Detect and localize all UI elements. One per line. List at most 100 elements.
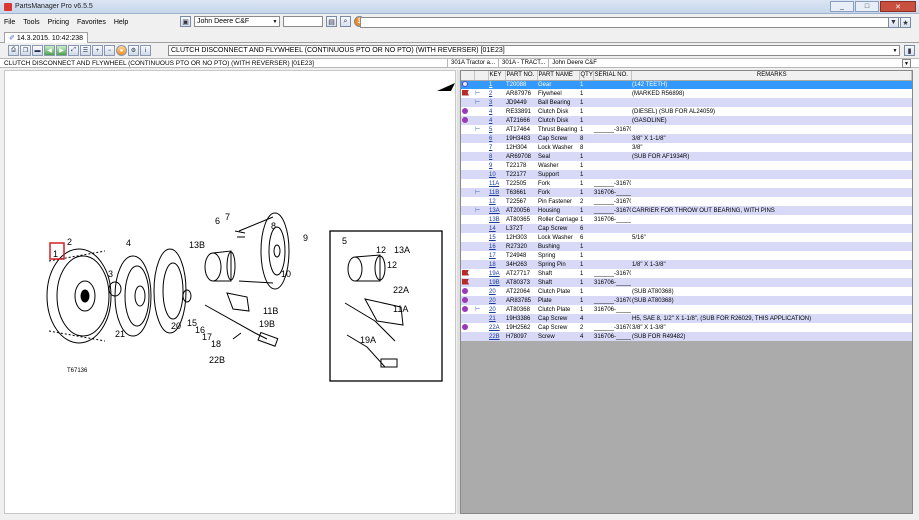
breadcrumb-item[interactable]: 301A - TRACT... — [498, 58, 548, 68]
dropdown-icon[interactable]: ▼ — [888, 17, 899, 28]
key-link[interactable]: 15 — [489, 235, 496, 241]
col-part-name[interactable]: PART NAME — [537, 71, 580, 81]
copy-icon[interactable]: ❐ — [20, 45, 31, 56]
chevron-down-icon[interactable]: ▼ — [902, 59, 911, 68]
minimize-view-icon[interactable]: ▬ — [32, 45, 43, 56]
cell-key[interactable]: 13A — [488, 206, 505, 215]
cell-key[interactable]: 2 — [488, 89, 505, 98]
favorite-star-icon[interactable]: ★ — [900, 17, 911, 28]
table-row[interactable]: ⊢ 3 JD9449 Ball Bearing 1 — [461, 98, 912, 107]
table-row[interactable]: 1 T20088 Gear 1 (142 TEETH) — [461, 80, 912, 89]
cell-key[interactable]: 19B — [488, 278, 505, 287]
tab-session[interactable]: ✐ 14.3.2015. 10:42:238 — [4, 32, 89, 43]
menu-pricing[interactable]: Pricing — [44, 19, 73, 26]
expand-tree-icon[interactable]: ⊢ — [475, 306, 483, 313]
key-link[interactable]: 11B — [489, 190, 499, 196]
cell-key[interactable]: 21 — [488, 314, 505, 323]
cell-key[interactable]: 20 — [488, 305, 505, 314]
cell-key[interactable]: 20 — [488, 287, 505, 296]
table-row[interactable]: 17 T24948 Spring 1 — [461, 251, 912, 260]
print-icon[interactable]: ⎙ — [8, 45, 19, 56]
key-link[interactable]: 21 — [489, 316, 496, 322]
forward-arrow-icon[interactable]: ▶ — [56, 45, 67, 56]
cell-key[interactable]: 20 — [488, 296, 505, 305]
table-row[interactable]: 15 12H303 Lock Washer 6 5/16" — [461, 233, 912, 242]
table-row[interactable]: 20 AR83785Plate1______-316705(SUB AT80368… — [461, 296, 912, 305]
key-link[interactable]: 4 — [489, 118, 492, 124]
dealer-icon[interactable]: ▣ — [180, 16, 191, 27]
table-row[interactable]: 14 L372T Cap Screw 6 — [461, 224, 912, 233]
key-link[interactable]: 6 — [489, 136, 492, 142]
table-row[interactable]: ⊢ 11B T63661Fork1316706-______ — [461, 188, 912, 197]
table-row[interactable]: ⊢ 2 AR87976 Flywheel 1 (MARKED R56898) — [461, 89, 912, 98]
info-icon[interactable]: i — [140, 45, 151, 56]
key-link[interactable]: 18 — [489, 262, 496, 268]
key-link[interactable]: 17 — [489, 253, 496, 259]
key-link[interactable]: 19A — [489, 271, 500, 277]
key-link[interactable]: 10 — [489, 172, 496, 178]
cell-key[interactable]: 13B — [488, 215, 505, 224]
cell-key[interactable]: 4 — [488, 107, 505, 116]
col-qty[interactable]: QTY — [579, 71, 594, 81]
table-row[interactable]: 12 T22567Pin Fastener2______-316705 — [461, 197, 912, 206]
table-row[interactable]: 22A 19H2562Cap Screw2______-3167053/8" X … — [461, 323, 912, 332]
table-row[interactable]: 16 R27320 Bushing 1 — [461, 242, 912, 251]
menu-tools[interactable]: Tools — [19, 19, 43, 26]
expand-tree-icon[interactable]: ⊢ — [475, 189, 483, 196]
cell-key[interactable]: 16 — [488, 242, 505, 251]
key-link[interactable]: 20 — [489, 307, 496, 313]
fit-icon[interactable]: ⤢ — [68, 45, 79, 56]
cell-key[interactable]: 3 — [488, 98, 505, 107]
menu-favorites[interactable]: Favorites — [73, 19, 110, 26]
close-button[interactable]: ✕ — [880, 1, 916, 12]
key-link[interactable]: 5 — [489, 127, 492, 133]
minimize-button[interactable]: _ — [830, 1, 854, 12]
table-row[interactable]: 7 12H304 Lock Washer 8 3/8" — [461, 143, 912, 152]
table-row[interactable]: 20 AT22064 Clutch Plate 1 (SUB AT80368) — [461, 287, 912, 296]
cell-key[interactable]: 12 — [488, 197, 505, 206]
key-link[interactable]: 1 — [489, 82, 492, 88]
menu-file[interactable]: File — [0, 19, 19, 26]
cell-key[interactable]: 19A — [488, 269, 505, 278]
expand-tree-icon[interactable]: ⊢ — [475, 99, 483, 106]
cell-key[interactable]: 22B — [488, 332, 505, 341]
table-row[interactable]: 11A T22505Fork1______-316705 — [461, 179, 912, 188]
key-link[interactable]: 16 — [489, 244, 496, 250]
cell-key[interactable]: 11B — [488, 188, 505, 197]
cell-key[interactable]: 22A — [488, 323, 505, 332]
top-search-input[interactable] — [360, 17, 902, 28]
col-serial[interactable]: SERIAL NO. — [593, 71, 632, 81]
expand-tree-icon[interactable]: ⊢ — [475, 90, 483, 97]
settings-icon[interactable]: ⚙ — [128, 45, 139, 56]
maximize-button[interactable]: □ — [855, 1, 879, 12]
key-link[interactable]: 20 — [489, 289, 496, 295]
exploded-diagram[interactable]: 2 4 3 21 20 15 16 17 18 22B 19B 11B 13B … — [4, 70, 456, 514]
cell-key[interactable]: 1 — [488, 80, 505, 89]
zoom-in-icon[interactable]: + — [92, 45, 103, 56]
table-row[interactable]: 6 19H3483 Cap Screw 8 3/8" X 1-1/8" — [461, 134, 912, 143]
table-row[interactable]: 9 T22178 Washer 1 — [461, 161, 912, 170]
table-row[interactable]: 8 AR69708 Seal 1 (SUB FOR AF1934R) — [461, 152, 912, 161]
expand-tree-icon[interactable]: ⊢ — [475, 207, 483, 214]
key-link[interactable]: 12 — [489, 199, 496, 205]
cell-key[interactable]: 4 — [488, 116, 505, 125]
expand-tree-icon[interactable]: ⊢ — [475, 126, 483, 133]
key-link[interactable]: 13A — [489, 208, 500, 214]
table-row[interactable]: 22B H78097Screw4316706-______(SUB FOR R49… — [461, 332, 912, 341]
breadcrumb-item[interactable]: John Deere C&F — [548, 58, 600, 68]
cell-key[interactable]: 6 — [488, 134, 505, 143]
key-link[interactable]: 22A — [489, 325, 500, 331]
table-row[interactable]: ⊢ 20 AT80368Clutch Plate1316706-______ — [461, 305, 912, 314]
key-link[interactable]: 2 — [489, 91, 492, 97]
highlight-icon[interactable]: ● — [116, 45, 127, 56]
table-row[interactable]: 19A AT27717Shaft1______-316705 — [461, 269, 912, 278]
key-link[interactable]: 13B — [489, 217, 500, 223]
table-row[interactable]: 13B AT80365Roller Carriage1316706-______ — [461, 215, 912, 224]
key-link[interactable]: 7 — [489, 145, 492, 151]
cell-key[interactable]: 10 — [488, 170, 505, 179]
table-row[interactable]: ⊢ 5 AT17464Thrust Bearing1______-316705 — [461, 125, 912, 134]
key-link[interactable]: 14 — [489, 226, 496, 232]
breadcrumb-item[interactable]: 301A Tractor a... — [447, 58, 498, 68]
table-row[interactable]: ⊢ 13A AT20056Housing1______-316705CARRIER … — [461, 206, 912, 215]
table-row[interactable]: 10 T22177 Support 1 — [461, 170, 912, 179]
